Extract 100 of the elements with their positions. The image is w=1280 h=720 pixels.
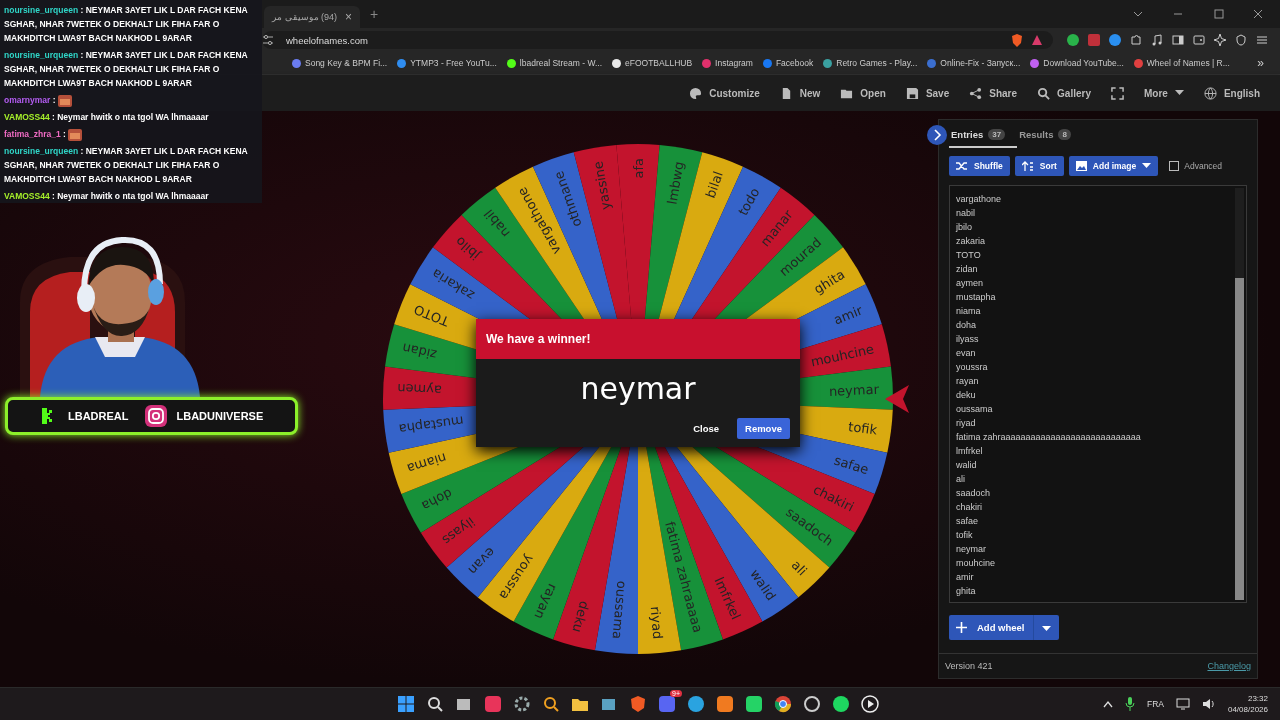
more-bookmarks-button[interactable]: » — [1257, 56, 1264, 70]
image-icon — [1075, 161, 1087, 171]
entry-line: safae — [956, 515, 980, 528]
windows-icon[interactable] — [397, 695, 415, 713]
triangle-icon[interactable] — [1031, 34, 1043, 46]
bookmark[interactable]: Retro Games - Play... — [823, 58, 918, 68]
toolbar-button[interactable]: Gallery — [1037, 86, 1091, 100]
scrollbar[interactable] — [1235, 188, 1244, 600]
fullscreen-icon — [1110, 86, 1124, 100]
minimize-icon[interactable] — [1173, 13, 1183, 15]
tool-button[interactable]: Sort — [1014, 156, 1064, 176]
wheel-label: TOTO — [411, 301, 452, 330]
entry-line: jbilo — [956, 221, 973, 234]
entry-line: rayan — [956, 375, 980, 388]
url-text: wheelofnames.com — [286, 34, 368, 46]
close-button[interactable]: Close — [685, 418, 728, 439]
sort-icon — [1021, 161, 1034, 171]
palette-icon — [689, 86, 703, 100]
browser-icon[interactable] — [774, 695, 792, 713]
chat-message: VAMOSS44 : Neymar hwitk o nta tgol WA lhmaaaar — [4, 111, 210, 124]
extension-icon[interactable] — [1109, 34, 1121, 46]
wheel-label: doha — [419, 485, 455, 514]
bookmark[interactable]: Instagram — [702, 58, 753, 68]
caret-icon — [1142, 163, 1152, 169]
bookmark[interactable]: Online-Fix - Запуск... — [927, 58, 1021, 68]
checkbox[interactable] — [1169, 161, 1180, 171]
toolbar-button[interactable]: Open — [840, 86, 886, 100]
dropdown-button[interactable] — [1032, 615, 1059, 640]
play-icon[interactable] — [861, 695, 879, 713]
wheel-label: todo — [735, 185, 763, 219]
advanced-checkbox[interactable]: Advanced — [1169, 161, 1223, 171]
bookmark[interactable]: lbadreal Stream - W... — [506, 58, 603, 68]
bookmark[interactable]: Download YouTube... — [1030, 58, 1124, 68]
toolbar-button[interactable] — [1110, 86, 1124, 100]
address-bar[interactable]: wheelofnames.com — [262, 31, 1053, 49]
chat-message: noursine_urqueen : NEYMAR 3AYET LIK L DAR FACH KENA SGHAR, NHAR 7WETEK O DEKHALT LIK FIHA FAR O MAKHDITCH LWA9T BACH NAKHOD L 9ARAR — [4, 145, 249, 186]
toolbar-button[interactable]: Save — [905, 86, 950, 100]
close-tab-button[interactable]: × — [345, 10, 353, 24]
wallet-icon[interactable] — [1193, 34, 1205, 46]
entry-line: TOTO — [956, 249, 982, 262]
bookmark[interactable]: Wheel of Names | R... — [1133, 58, 1230, 68]
entry-line: tofik — [956, 529, 974, 542]
social-handle: LBADUNIVERSE — [176, 410, 264, 422]
language-indicator[interactable]: FRA — [1146, 699, 1164, 709]
chevron-up-icon[interactable] — [1102, 700, 1113, 708]
panel-tab[interactable]: Entries 37 — [949, 122, 1018, 148]
changelog-link[interactable]: Changelog — [1207, 661, 1251, 671]
tool-button[interactable]: Add image — [1068, 156, 1159, 176]
chevron-icon[interactable] — [1133, 11, 1143, 17]
wheel-label: afa — [631, 158, 646, 179]
menu-icon[interactable] — [1256, 34, 1268, 46]
entries-field[interactable] — [949, 185, 1247, 603]
maximize-icon[interactable] — [1214, 9, 1224, 19]
browser-tab[interactable]: (94) موسيقى مر × — [264, 6, 361, 28]
panel-tab[interactable]: Results 8 — [1017, 122, 1083, 148]
wheel-label: deku — [569, 599, 592, 634]
toolbar-button[interactable]: New — [779, 86, 821, 100]
collapse-button[interactable] — [927, 125, 947, 145]
app-icon[interactable] — [484, 695, 502, 713]
close-icon[interactable] — [1253, 9, 1263, 19]
wheel-label: neymar — [828, 381, 880, 399]
remove-button[interactable]: Remove — [737, 418, 790, 439]
tool-button[interactable]: Shuffle — [949, 156, 1010, 176]
entry-line: amir — [956, 571, 975, 584]
settings-icon[interactable] — [262, 34, 274, 46]
sparkle-icon[interactable] — [1214, 34, 1226, 46]
chat-message: noursine_urqueen : NEYMAR 3AYET LIK L DAR FACH KENA SGHAR, NHAR 7WETEK O DEKHALT LIK FIHA FAR O MAKHDITCH LWA9T BACH NAKHOD L 9ARAR — [4, 49, 249, 90]
wheel-label: mustapha — [397, 413, 465, 437]
entry-line: deku — [956, 389, 977, 402]
wheel-label: riyad — [647, 605, 666, 640]
search-icon[interactable] — [426, 695, 444, 713]
toolbar-button[interactable]: More — [1143, 87, 1184, 99]
bookmark[interactable]: YTMP3 - Free YouTu... — [397, 58, 497, 68]
search-icon[interactable] — [542, 695, 560, 713]
speaker-icon[interactable] — [1201, 698, 1216, 710]
clock-date: 04/08/2026 — [1227, 704, 1268, 715]
add-wheel-button[interactable]: Add wheel — [949, 615, 1033, 640]
wheel-label: oussama — [609, 580, 630, 640]
entry-line: neymar — [956, 543, 987, 556]
microphone-icon[interactable] — [1124, 697, 1135, 711]
bookmark[interactable]: eFOOTBALLHUB — [612, 58, 693, 68]
gear-icon[interactable] — [513, 695, 531, 713]
search-icon — [1037, 86, 1051, 100]
toolbar-button[interactable]: Share — [969, 86, 1018, 100]
pointer-icon — [885, 385, 909, 413]
new-tab-button[interactable]: + — [370, 6, 379, 22]
bookmark[interactable]: Song Key & BPM Fi... — [292, 58, 388, 68]
extension-icon[interactable] — [1067, 34, 1079, 46]
toolbar-button[interactable]: English — [1203, 86, 1260, 100]
app-icon[interactable] — [716, 695, 734, 713]
globe-icon — [1203, 86, 1217, 100]
sidebar-icon[interactable] — [1172, 34, 1184, 46]
network-icon[interactable] — [1175, 698, 1190, 710]
music-note-icon[interactable] — [1151, 34, 1163, 46]
winner-name: neymar — [580, 370, 696, 408]
clock[interactable]: 23:32 04/08/2026 — [1227, 693, 1268, 715]
shield-icon[interactable] — [1235, 34, 1247, 46]
bookmark[interactable]: Facebook — [762, 58, 814, 68]
toolbar-button[interactable]: Customize — [689, 86, 760, 100]
entry-line: doha — [956, 319, 978, 332]
